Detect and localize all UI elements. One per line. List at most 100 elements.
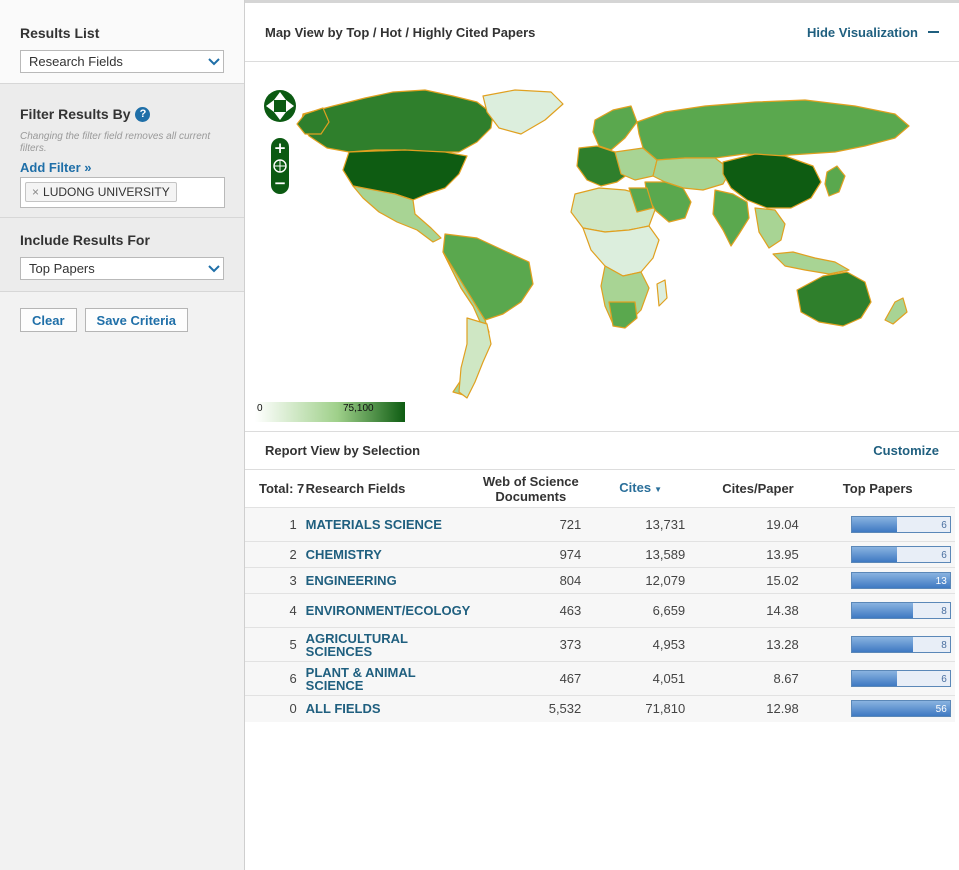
top-papers-value: 6 <box>941 674 947 685</box>
add-filter-link[interactable]: Add Filter » <box>20 160 224 175</box>
top-papers-value: 6 <box>941 550 947 561</box>
customize-link[interactable]: Customize <box>873 443 939 458</box>
research-field-link[interactable]: CHEMISTRY <box>306 548 471 561</box>
world-map-area[interactable]: + − 0 75,100 <box>245 62 959 432</box>
map-region-southeast-asia <box>754 207 786 249</box>
top-papers-bar-fill <box>851 637 913 652</box>
hide-visualization-link[interactable]: Hide Visualization <box>807 25 939 40</box>
map-region-central-africa <box>582 225 660 277</box>
row-cites: 6,659 <box>585 593 688 628</box>
legend-max: 75,100 <box>343 403 374 414</box>
row-cites: 13,589 <box>585 541 688 568</box>
top-papers-bar[interactable]: 6 <box>850 670 951 687</box>
research-field-link[interactable]: ENGINEERING <box>306 574 471 587</box>
top-papers-bar[interactable]: 6 <box>850 516 951 533</box>
map-region-new-zealand <box>884 297 908 325</box>
row-documents: 467 <box>470 661 586 696</box>
map-header: Map View by Top / Hot / Highly Cited Pap… <box>245 3 959 62</box>
row-cites-per-paper: 12.98 <box>687 695 801 722</box>
world-map[interactable]: + − <box>245 62 959 432</box>
top-papers-bar-fill <box>851 671 897 686</box>
row-rank: 2 <box>245 541 306 568</box>
header-top-papers[interactable]: Top Papers <box>801 470 955 508</box>
table-header-row: Total: 7 Research Fields Web of Science … <box>245 469 955 508</box>
header-cites[interactable]: Cites ▼ <box>585 470 687 508</box>
filter-box[interactable]: × LUDONG UNIVERSITY <box>20 177 225 208</box>
row-rank: 6 <box>245 661 306 696</box>
row-cites-per-paper: 8.67 <box>687 661 801 696</box>
chevron-down-icon[interactable] <box>204 51 223 72</box>
top-papers-value: 56 <box>935 704 947 716</box>
top-papers-bar[interactable]: 56 <box>850 700 951 718</box>
include-value: Top Papers <box>29 261 95 276</box>
clear-button[interactable]: Clear <box>20 308 77 332</box>
report-table-body: 1 MATERIALS SCIENCE 721 13,731 19.04 6 2 CHEMIS… <box>245 507 955 722</box>
map-region-greenland <box>482 89 564 135</box>
research-field-link[interactable]: MATERIALS SCIENCE <box>306 518 471 531</box>
svg-text:−: − <box>274 174 287 192</box>
top-papers-bar-fill <box>851 547 897 562</box>
row-documents: 721 <box>470 507 586 542</box>
row-documents: 463 <box>470 593 586 628</box>
save-criteria-button[interactable]: Save Criteria <box>84 308 189 332</box>
map-region-canada <box>300 89 494 153</box>
research-field-link[interactable]: ALL FIELDS <box>306 702 471 715</box>
table-row: 0 ALL FIELDS 5,532 71,810 12.98 56 <box>245 695 955 722</box>
table-row: 4 ENVIRONMENT/ECOLOGY 463 6,659 14.38 8 <box>245 593 955 628</box>
header-cites-per-paper[interactable]: Cites/Paper <box>687 470 801 508</box>
report-header: Report View by Selection Customize <box>245 433 959 468</box>
row-rank: 5 <box>245 627 306 662</box>
top-papers-value: 8 <box>941 606 947 617</box>
table-row: 5 AGRICULTURAL SCIENCES 373 4,953 13.28 8 <box>245 627 955 662</box>
chevron-down-icon[interactable] <box>204 258 223 279</box>
map-region-indonesia <box>772 251 850 275</box>
top-papers-bar-fill <box>851 517 897 532</box>
include-select[interactable]: Top Papers <box>20 257 224 280</box>
legend-min: 0 <box>257 403 263 414</box>
row-cites: 4,051 <box>585 661 688 696</box>
map-region-russia <box>636 99 910 161</box>
top-papers-bar[interactable]: 8 <box>850 636 951 653</box>
row-cites: 71,810 <box>585 695 688 722</box>
row-cites-per-paper: 14.38 <box>687 593 801 628</box>
help-icon[interactable]: ? <box>135 106 151 122</box>
include-title: Include Results For <box>20 232 150 248</box>
map-region-argentina <box>458 317 492 399</box>
filter-chip: × LUDONG UNIVERSITY <box>25 182 177 202</box>
report-table: Total: 7 Research Fields Web of Science … <box>245 469 955 722</box>
main-panel: Map View by Top / Hot / Highly Cited Pap… <box>245 0 959 870</box>
row-cites-per-paper: 19.04 <box>687 507 801 542</box>
top-papers-value: 13 <box>935 576 947 587</box>
header-research-fields[interactable]: Research Fields <box>306 470 471 508</box>
results-list-select[interactable]: Research Fields <box>20 50 224 73</box>
map-region-india <box>712 189 750 247</box>
top-papers-bar[interactable]: 8 <box>850 602 951 619</box>
top-papers-value: 8 <box>941 640 947 651</box>
sort-down-icon: ▼ <box>654 485 662 494</box>
row-cites-per-paper: 13.28 <box>687 627 801 662</box>
row-cites-per-paper: 13.95 <box>687 541 801 568</box>
map-region-scandinavia <box>592 105 638 151</box>
top-papers-bar[interactable]: 13 <box>850 572 951 589</box>
research-field-link[interactable]: AGRICULTURAL SCIENCES <box>306 632 471 658</box>
research-field-link[interactable]: ENVIRONMENT/ECOLOGY <box>306 604 471 617</box>
results-list-section: Results List Research Fields <box>0 0 244 84</box>
header-total: Total: 7 <box>259 481 305 496</box>
actions-section: Clear Save Criteria <box>0 292 244 332</box>
map-title: Map View by Top / Hot / Highly Cited Pap… <box>265 24 536 40</box>
close-icon[interactable]: × <box>32 185 39 199</box>
map-region-alaska <box>296 107 330 135</box>
research-field-link[interactable]: PLANT & ANIMAL SCIENCE <box>306 666 471 692</box>
include-section: Include Results For Top Papers <box>0 218 244 292</box>
map-region-mexico <box>352 185 442 243</box>
filter-chip-label: LUDONG UNIVERSITY <box>43 185 170 199</box>
row-rank: 0 <box>245 695 306 722</box>
map-region-australia <box>796 271 872 327</box>
header-wos-documents[interactable]: Web of Science Documents <box>470 470 585 508</box>
map-pan-control <box>264 90 296 122</box>
svg-text:+: + <box>274 139 287 157</box>
top-papers-value: 6 <box>941 520 947 531</box>
row-documents: 373 <box>470 627 586 662</box>
row-cites: 13,731 <box>585 507 688 542</box>
top-papers-bar[interactable]: 6 <box>850 546 951 563</box>
